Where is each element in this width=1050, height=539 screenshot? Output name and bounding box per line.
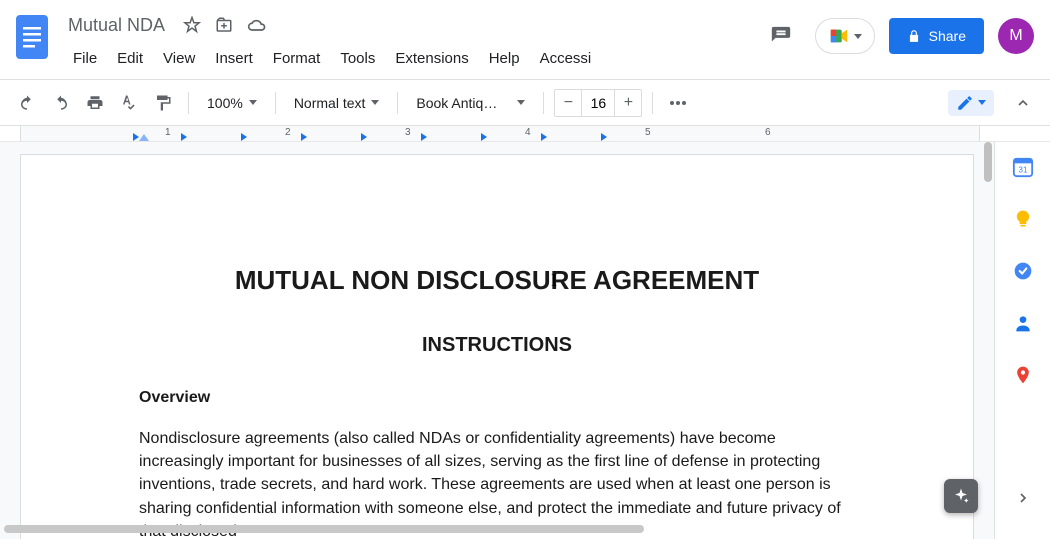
document-canvas[interactable]: I MUTUAL NON DISCLOSURE AGREEMENT INSTRU… (0, 142, 994, 539)
side-panel: 31 (994, 142, 1050, 539)
font-dropdown[interactable]: Book Antiq… (408, 91, 533, 115)
more-tools-button[interactable] (663, 88, 693, 118)
menu-help[interactable]: Help (480, 46, 529, 71)
toolbar: 100% Normal text Book Antiq… − + (0, 80, 1050, 126)
tab-stop[interactable] (421, 133, 427, 141)
ruler-tick: 5 (645, 127, 651, 138)
font-size-decrease[interactable]: − (555, 90, 581, 116)
comment-history-icon[interactable] (761, 16, 801, 56)
move-icon[interactable] (215, 16, 233, 34)
menu-extensions[interactable]: Extensions (386, 46, 477, 71)
font-size-control: − + (554, 89, 642, 117)
meet-button[interactable] (815, 18, 875, 54)
horizontal-ruler[interactable]: 1 2 3 4 5 6 (0, 126, 1050, 142)
pencil-icon (956, 94, 974, 112)
zoom-value: 100% (207, 95, 243, 111)
share-button[interactable]: Share (889, 18, 984, 54)
paint-format-button[interactable] (148, 88, 178, 118)
star-icon[interactable] (183, 16, 201, 34)
editing-mode-button[interactable] (948, 90, 994, 116)
menu-tools[interactable]: Tools (331, 46, 384, 71)
font-size-input[interactable] (581, 90, 615, 116)
spellcheck-button[interactable] (114, 88, 144, 118)
menu-accessibility[interactable]: Accessi (531, 46, 601, 71)
tab-stop[interactable] (601, 133, 607, 141)
print-button[interactable] (80, 88, 110, 118)
zoom-dropdown[interactable]: 100% (199, 91, 265, 115)
scrollbar-thumb[interactable] (984, 142, 992, 182)
doc-heading-2[interactable]: INSTRUCTIONS (139, 334, 855, 357)
style-value: Normal text (294, 95, 366, 111)
contacts-icon[interactable] (1012, 312, 1034, 334)
document-title[interactable]: Mutual NDA (64, 13, 169, 38)
ruler-tick: 2 (285, 127, 291, 138)
scrollbar-thumb[interactable] (4, 525, 644, 533)
doc-heading-1[interactable]: MUTUAL NON DISCLOSURE AGREEMENT (139, 265, 855, 296)
chevron-down-icon (854, 34, 862, 39)
ruler-tick: 6 (765, 127, 771, 138)
calendar-icon[interactable]: 31 (1012, 156, 1034, 178)
docs-logo[interactable] (12, 10, 52, 64)
account-avatar[interactable]: M (998, 18, 1034, 54)
ruler-tick: 4 (525, 127, 531, 138)
lock-icon (907, 29, 921, 43)
font-value: Book Antiq… (416, 95, 511, 111)
menu-edit[interactable]: Edit (108, 46, 152, 71)
tab-stop[interactable] (133, 133, 139, 141)
side-panel-expand-icon[interactable] (1012, 487, 1034, 509)
chevron-down-icon (978, 100, 986, 105)
tab-stop[interactable] (241, 133, 247, 141)
keep-icon[interactable] (1012, 208, 1034, 230)
cloud-saved-icon[interactable] (247, 16, 267, 34)
horizontal-scrollbar[interactable] (0, 523, 994, 537)
text-cursor-icon: I (551, 270, 557, 291)
share-label: Share (929, 28, 966, 44)
tab-stop[interactable] (301, 133, 307, 141)
menu-file[interactable]: File (64, 46, 106, 71)
menu-insert[interactable]: Insert (206, 46, 262, 71)
tab-stop[interactable] (361, 133, 367, 141)
font-size-increase[interactable]: + (615, 90, 641, 116)
chevron-down-icon (371, 100, 379, 105)
tab-stop[interactable] (481, 133, 487, 141)
menubar: File Edit View Insert Format Tools Exten… (64, 46, 761, 71)
meet-icon (828, 25, 850, 47)
collapse-toolbar-button[interactable] (1008, 88, 1038, 118)
menu-format[interactable]: Format (264, 46, 330, 71)
tasks-icon[interactable] (1012, 260, 1034, 282)
style-dropdown[interactable]: Normal text (286, 91, 388, 115)
undo-button[interactable] (12, 88, 42, 118)
tab-stop[interactable] (181, 133, 187, 141)
vertical-scrollbar[interactable] (980, 142, 994, 521)
maps-icon[interactable] (1012, 364, 1034, 386)
svg-text:31: 31 (1018, 166, 1028, 175)
indent-marker[interactable] (139, 134, 149, 141)
page[interactable]: I MUTUAL NON DISCLOSURE AGREEMENT INSTRU… (20, 154, 974, 539)
tab-stop[interactable] (541, 133, 547, 141)
ruler-tick: 1 (165, 127, 171, 138)
menu-view[interactable]: View (154, 46, 204, 71)
doc-section-heading[interactable]: Overview (139, 389, 855, 407)
chevron-down-icon (249, 100, 257, 105)
redo-button[interactable] (46, 88, 76, 118)
explore-button[interactable] (944, 479, 978, 513)
ruler-tick: 3 (405, 127, 411, 138)
chevron-down-icon (517, 100, 525, 105)
